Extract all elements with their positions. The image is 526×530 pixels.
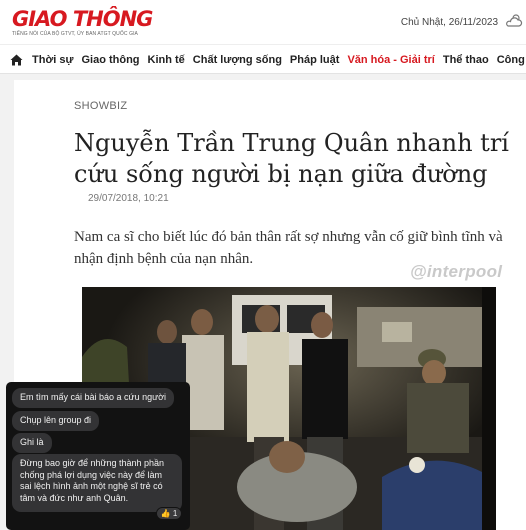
chat-screenshot: Em tìm mấy cái bài báo a cứu người Chụp … [6,382,190,530]
logo-text: GIAO THÔNG [12,7,153,31]
nav-item[interactable]: Giao thông [81,54,139,66]
nav-item[interactable]: Thời sự [32,54,73,66]
site-logo[interactable]: GIAO THÔNG TIẾNG NÓI CỦA BỘ GTVT, ỦY BAN… [12,7,153,37]
logo-subtitle: TIẾNG NÓI CỦA BỘ GTVT, ỦY BAN ATGT QUỐC … [12,31,138,37]
main-nav: Thời sự Giao thông Kinh tế Chất lượng sống P… [0,44,526,74]
home-icon[interactable] [10,53,23,71]
chat-message: Ghi là [12,433,52,453]
nav-item[interactable]: Văn hóa - Giải trí [347,54,434,66]
article-title: Nguyễn Trần Trung Quân nhanh trí cứu sốn… [74,129,509,188]
watermark: @interpool [410,262,503,281]
nav-item[interactable]: Kinh tế [148,54,185,66]
nav-menu: Thời sự Giao thông Kinh tế Chất lượng sống P… [32,45,526,73]
chat-message: Em tìm mấy cái bài báo a cứu người [12,388,175,408]
nav-item[interactable]: Công nghệ [497,54,526,66]
chat-message: Đừng bao giờ để những thành phần chống p… [12,454,182,512]
nav-item[interactable]: Pháp luật [290,54,340,66]
article-category[interactable]: SHOWBIZ [74,100,127,112]
article-date: 29/07/2018, 10:21 [88,193,169,204]
site-header: GIAO THÔNG TIẾNG NÓI CỦA BỘ GTVT, ỦY BAN… [0,0,526,44]
nav-item[interactable]: Thể thao [443,54,489,66]
cloud-icon [505,13,523,34]
nav-item[interactable]: Chất lượng sống [193,54,282,66]
chat-message: Chụp lên group đi [12,411,100,431]
reaction-badge: 👍 1 [156,507,182,520]
current-date: Chủ Nhật, 26/11/2023 [400,17,498,28]
